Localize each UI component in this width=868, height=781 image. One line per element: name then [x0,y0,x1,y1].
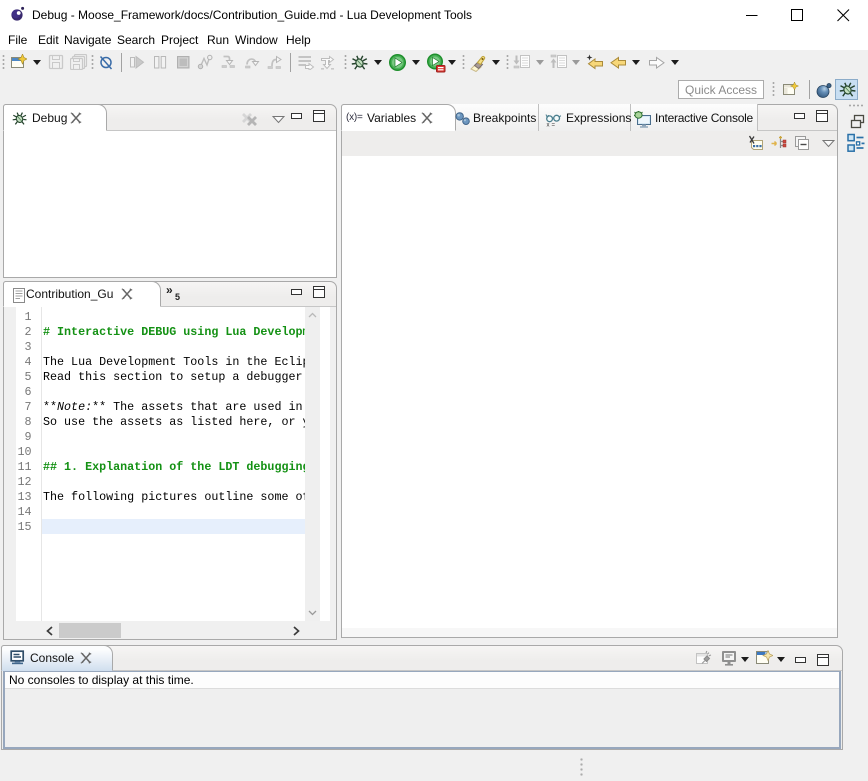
svg-text:x: x [547,123,550,128]
svg-text:=: = [552,123,556,128]
